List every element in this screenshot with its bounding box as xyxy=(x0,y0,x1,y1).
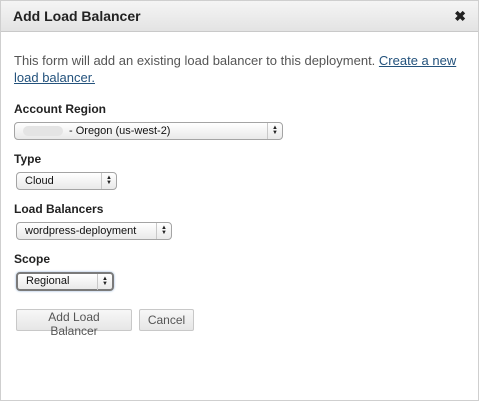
type-group: Type Cloud ▲ ▼ xyxy=(14,152,478,190)
account-region-redacted xyxy=(23,126,63,137)
intro-sentence: This form will add an existing load bala… xyxy=(14,53,379,68)
scope-label: Scope xyxy=(14,252,51,266)
select-arrows-icon: ▲ ▼ xyxy=(101,173,116,189)
dialog-buttons: Add Load Balancer Cancel xyxy=(14,309,478,338)
cancel-button[interactable]: Cancel xyxy=(139,309,194,331)
scope-value: Regional xyxy=(26,275,70,287)
add-load-balancer-button[interactable]: Add Load Balancer xyxy=(16,309,132,338)
type-label: Type xyxy=(14,152,42,166)
account-region-value: - Oregon (us-west-2) xyxy=(69,125,171,137)
dialog-content: This form will add an existing load bala… xyxy=(1,32,478,338)
dialog-title: Add Load Balancer xyxy=(13,8,141,24)
load-balancers-value: wordpress-deployment xyxy=(25,225,137,237)
scope-group: Scope Regional ▲ ▼ xyxy=(14,252,478,291)
add-load-balancer-dialog: Add Load Balancer ✖ This form will add a… xyxy=(0,0,479,401)
load-balancers-group: Load Balancers wordpress-deployment ▲ ▼ xyxy=(14,202,478,240)
close-icon[interactable]: ✖ xyxy=(454,9,466,23)
load-balancers-label: Load Balancers xyxy=(14,202,104,216)
intro-text: This form will add an existing load bala… xyxy=(14,52,469,86)
account-region-group: Account Region - Oregon (us-west-2) ▲ ▼ xyxy=(14,102,478,140)
scope-select[interactable]: Regional ▲ ▼ xyxy=(16,272,114,291)
account-region-label: Account Region xyxy=(14,102,106,116)
account-region-select[interactable]: - Oregon (us-west-2) ▲ ▼ xyxy=(14,122,283,140)
type-select[interactable]: Cloud ▲ ▼ xyxy=(16,172,117,190)
dialog-titlebar: Add Load Balancer ✖ xyxy=(1,1,478,32)
load-balancers-select[interactable]: wordpress-deployment ▲ ▼ xyxy=(16,222,172,240)
type-value: Cloud xyxy=(25,175,54,187)
select-arrows-icon: ▲ ▼ xyxy=(267,123,282,139)
select-arrows-icon: ▲ ▼ xyxy=(97,274,112,290)
select-arrows-icon: ▲ ▼ xyxy=(156,223,171,239)
